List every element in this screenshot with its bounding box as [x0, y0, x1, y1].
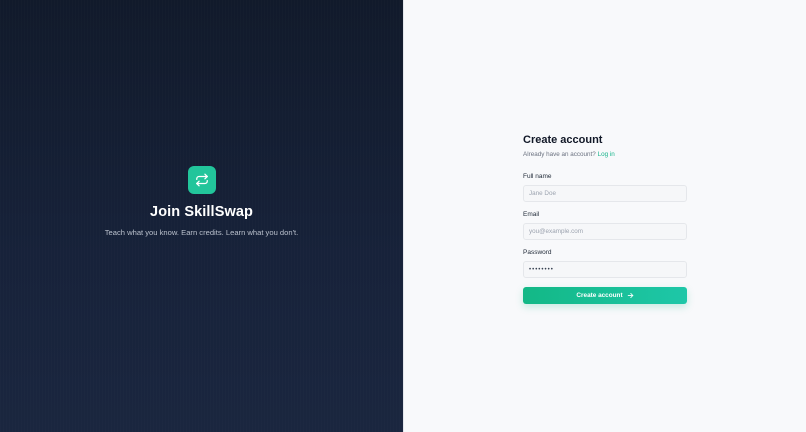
- form-panel: Create account Already have an account? …: [403, 0, 806, 432]
- logo: [187, 165, 216, 194]
- swap-arrows-icon: [195, 173, 208, 186]
- signup-form: Create account Already have an account? …: [523, 134, 687, 304]
- email-label: Email: [523, 211, 540, 218]
- email-input[interactable]: [523, 223, 687, 240]
- login-link[interactable]: Log in: [598, 151, 615, 158]
- password-input[interactable]: [523, 261, 687, 278]
- create-account-label: Create account: [576, 292, 623, 299]
- full-name-input[interactable]: [523, 185, 687, 202]
- brand-tagline: Teach what you know. Earn credits. Learn…: [104, 227, 299, 237]
- create-account-button[interactable]: Create account: [523, 287, 687, 304]
- brand-title: Join SkillSwap: [150, 203, 253, 220]
- subtitle-text: Already have an account?: [523, 151, 596, 158]
- full-name-label: Full name: [523, 173, 552, 180]
- form-title: Create account: [523, 134, 603, 146]
- brand-panel: Join SkillSwap Teach what you know. Earn…: [0, 0, 403, 432]
- password-label: Password: [523, 249, 552, 256]
- form-subtitle: Already have an account? Log in: [523, 151, 687, 158]
- arrow-right-icon: [627, 293, 633, 298]
